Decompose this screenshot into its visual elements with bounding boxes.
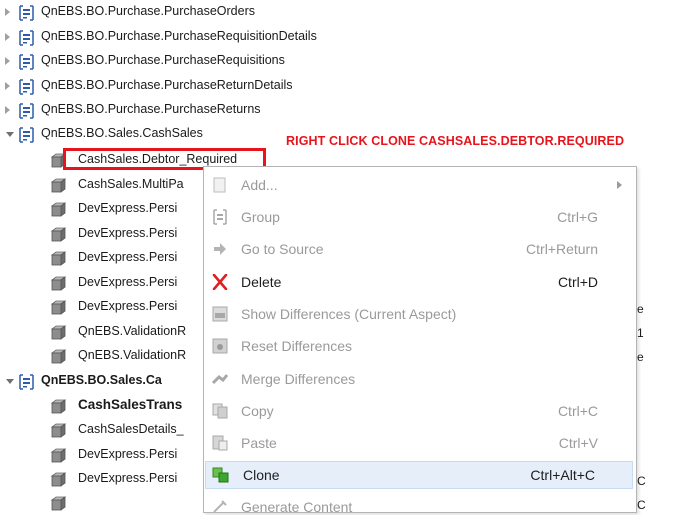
collapse-arrow-icon[interactable] bbox=[6, 379, 14, 384]
model-node-icon bbox=[51, 202, 66, 217]
tree-node-label: CashSalesDetails_ bbox=[78, 422, 184, 436]
tree-node[interactable]: QnEBS.BO.Purchase.PurchaseReturnDetails bbox=[0, 76, 680, 98]
menu-item-label: Go to Source bbox=[241, 241, 324, 257]
paste-icon bbox=[212, 435, 228, 451]
group-icon bbox=[213, 209, 227, 225]
expand-arrow-icon[interactable] bbox=[5, 33, 10, 41]
menu-item-show-differences[interactable]: Show Differences (Current Aspect) bbox=[204, 300, 636, 328]
menu-item-label: Clone bbox=[243, 467, 280, 483]
menu-item-reset-differences[interactable]: Reset Differences bbox=[204, 332, 636, 360]
namespace-icon bbox=[19, 30, 34, 46]
expand-arrow-icon[interactable] bbox=[5, 57, 10, 65]
expand-arrow-icon[interactable] bbox=[5, 106, 10, 114]
menu-item-shortcut: Ctrl+G bbox=[557, 209, 598, 225]
menu-item-paste[interactable]: Paste Ctrl+V bbox=[204, 429, 636, 457]
go-to-source-icon bbox=[214, 243, 226, 255]
menu-item-label: Copy bbox=[241, 403, 274, 419]
menu-item-label: Reset Differences bbox=[241, 338, 353, 354]
namespace-icon bbox=[19, 5, 34, 21]
tree-node-label: QnEBS.BO.Purchase.PurchaseReturns bbox=[41, 102, 261, 116]
tree-node-label: DevExpress.Persi bbox=[78, 471, 178, 485]
model-node-icon bbox=[51, 448, 66, 463]
menu-item-label: Merge Differences bbox=[241, 371, 356, 387]
menu-item-label: Delete bbox=[241, 274, 282, 290]
menu-item-group[interactable]: Group Ctrl+G bbox=[204, 203, 636, 231]
model-node-icon bbox=[51, 251, 66, 266]
menu-item-generate-content[interactable]: Generate Content bbox=[204, 493, 636, 513]
tree-node[interactable]: QnEBS.BO.Purchase.PurchaseReturns bbox=[0, 100, 680, 122]
tree-node-label: QnEBS.BO.Purchase.PurchaseRequisitions bbox=[41, 53, 285, 67]
tree-node-label: QnEBS.BO.Purchase.PurchaseReturnDetails bbox=[41, 78, 293, 92]
merge-differences-icon bbox=[211, 374, 229, 385]
tree-node-label: QnEBS.ValidationR bbox=[78, 324, 187, 338]
tree-node-label: DevExpress.Persi bbox=[78, 447, 178, 461]
generate-content-icon bbox=[213, 500, 227, 512]
model-node-icon bbox=[51, 349, 66, 364]
show-differences-icon bbox=[212, 306, 228, 322]
tree-node-label: CashSalesTrans bbox=[78, 397, 183, 412]
menu-item-shortcut: Ctrl+V bbox=[558, 435, 598, 451]
reset-differences-icon bbox=[212, 338, 228, 354]
submenu-arrow-icon bbox=[617, 181, 622, 189]
collapse-arrow-icon[interactable] bbox=[6, 132, 14, 137]
menu-item-copy[interactable]: Copy Ctrl+C bbox=[204, 397, 636, 425]
menu-item-merge-differences[interactable]: Merge Differences bbox=[204, 365, 636, 393]
menu-item-delete[interactable]: Delete Ctrl+D bbox=[204, 268, 636, 296]
clone-icon bbox=[212, 467, 229, 483]
expand-arrow-icon[interactable] bbox=[5, 82, 10, 90]
context-menu: Add... Group Ctrl+G Go to Source Ctrl+Re… bbox=[203, 166, 637, 513]
tree-node-label: DevExpress.Persi bbox=[78, 250, 178, 264]
menu-item-label: Paste bbox=[241, 435, 277, 451]
copy-icon bbox=[212, 403, 228, 419]
model-node-icon bbox=[51, 178, 66, 193]
tree-node-label: DevExpress.Persi bbox=[78, 201, 178, 215]
add-icon bbox=[213, 177, 226, 193]
menu-item-label: Generate Content bbox=[241, 499, 353, 513]
menu-item-label: Show Differences (Current Aspect) bbox=[241, 306, 457, 322]
tree-node-label: QnEBS.BO.Sales.Ca bbox=[41, 373, 162, 387]
menu-item-label: Add... bbox=[241, 177, 278, 193]
model-node-icon bbox=[51, 423, 66, 438]
menu-item-shortcut: Ctrl+C bbox=[557, 403, 598, 419]
namespace-icon bbox=[19, 103, 34, 119]
menu-item-label: Group bbox=[241, 209, 280, 225]
model-node-icon bbox=[51, 276, 66, 291]
namespace-icon bbox=[19, 79, 34, 95]
tree-node-label: QnEBS.BO.Purchase.PurchaseOrders bbox=[41, 4, 255, 18]
namespace-icon bbox=[19, 374, 34, 390]
tree-node-label: DevExpress.Persi bbox=[78, 226, 178, 240]
menu-item-shortcut: Ctrl+Return bbox=[526, 241, 598, 257]
model-node-icon bbox=[51, 227, 66, 242]
namespace-icon bbox=[19, 127, 34, 143]
model-node-icon bbox=[51, 325, 66, 340]
model-node-icon bbox=[51, 300, 66, 315]
model-node-icon bbox=[51, 399, 66, 414]
expand-arrow-icon[interactable] bbox=[5, 8, 10, 16]
model-node-icon bbox=[51, 496, 66, 511]
tree-node-label: CashSales.MultiPa bbox=[78, 177, 184, 191]
menu-item-go-to-source[interactable]: Go to Source Ctrl+Return bbox=[204, 235, 636, 263]
menu-item-clone[interactable]: Clone Ctrl+Alt+C bbox=[205, 461, 633, 489]
menu-item-shortcut: Ctrl+D bbox=[557, 274, 598, 290]
tree-node[interactable]: QnEBS.BO.Purchase.PurchaseRequisitions bbox=[0, 51, 680, 73]
menu-item-shortcut: Ctrl+Alt+C bbox=[530, 467, 595, 483]
tree-node[interactable]: QnEBS.BO.Purchase.PurchaseRequisitionDet… bbox=[0, 27, 680, 49]
tree-node-label: DevExpress.Persi bbox=[78, 299, 178, 313]
model-node-icon bbox=[51, 472, 66, 487]
tree-node[interactable]: QnEBS.BO.Purchase.PurchaseOrders bbox=[0, 2, 680, 24]
instruction-annotation: RIGHT CLICK CLONE CASHSALES.DEBTOR.REQUI… bbox=[286, 134, 625, 148]
tree-node-label: QnEBS.ValidationR bbox=[78, 348, 187, 362]
tree-node-label: QnEBS.BO.Sales.CashSales bbox=[41, 126, 203, 140]
tree-node-label: DevExpress.Persi bbox=[78, 275, 178, 289]
namespace-icon bbox=[19, 54, 34, 70]
delete-icon bbox=[212, 274, 228, 290]
tree-node-label: QnEBS.BO.Purchase.PurchaseRequisitionDet… bbox=[41, 29, 317, 43]
menu-item-add[interactable]: Add... bbox=[204, 171, 636, 199]
